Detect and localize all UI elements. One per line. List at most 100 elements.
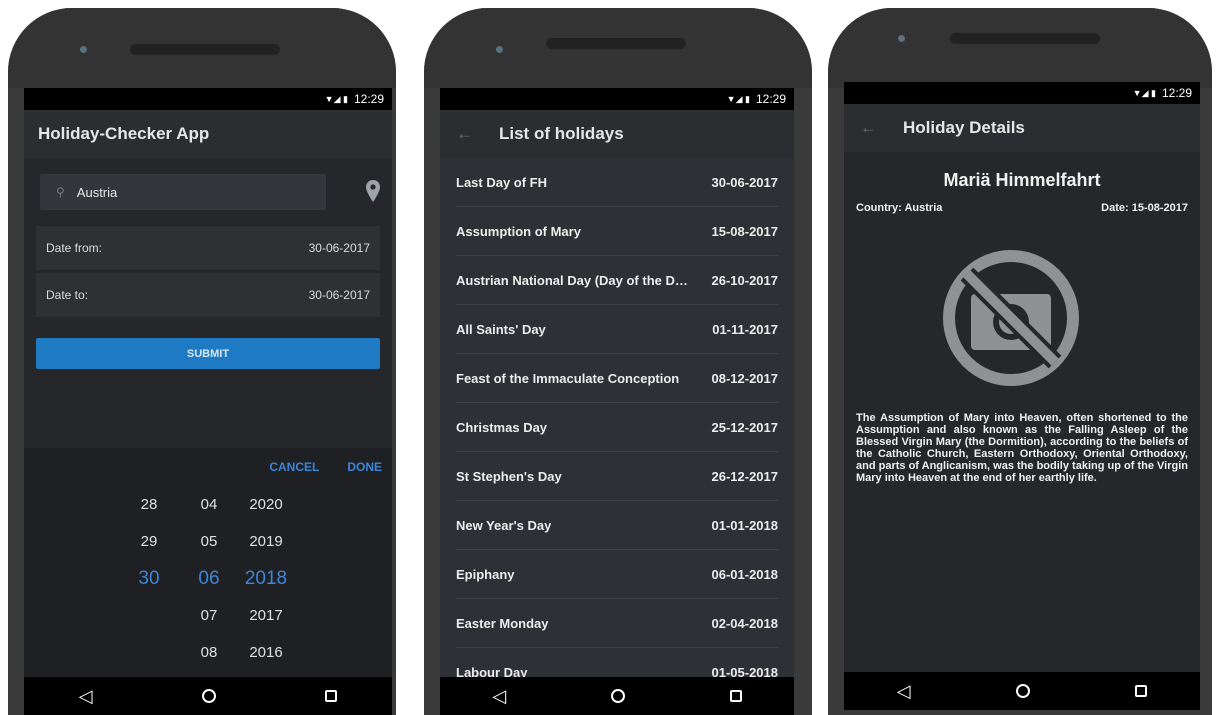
date-picker: CANCEL DONE 28 29 30 04 05 06 07 08 2020… <box>24 448 392 677</box>
phone-speaker <box>950 33 1100 44</box>
list-item[interactable]: All Saints' Day 01-11-2017 <box>456 305 778 354</box>
month-item-selected[interactable]: 06 <box>184 560 234 597</box>
front-camera <box>898 35 905 42</box>
list-item[interactable]: Austrian National Day (Day of the De... 2… <box>456 256 778 305</box>
holiday-date: 02-04-2018 <box>711 615 779 631</box>
year-item[interactable]: 2017 <box>236 597 296 634</box>
done-button[interactable]: DONE <box>347 460 382 474</box>
holiday-description: The Assumption of Mary into Heaven, ofte… <box>856 412 1188 484</box>
holiday-date: 01-05-2018 <box>711 664 779 678</box>
day-item[interactable] <box>124 634 174 671</box>
holiday-date: 15-08-2017 <box>711 223 779 239</box>
month-column[interactable]: 04 05 06 07 08 <box>184 486 234 671</box>
date-from-label: Date from: <box>46 241 103 255</box>
list-item[interactable]: Feast of the Immaculate Conception 08-12-… <box>456 354 778 403</box>
holiday-name: New Year's Day <box>456 517 552 533</box>
date-from-value: 30-06-2017 <box>308 241 370 255</box>
holiday-date: 30-06-2017 <box>711 174 779 190</box>
day-item-selected[interactable]: 30 <box>124 560 174 597</box>
submit-button[interactable]: SUBMIT <box>36 338 380 369</box>
recents-nav-icon[interactable] <box>325 690 338 702</box>
holiday-date: 26-10-2017 <box>711 272 779 288</box>
back-nav-icon[interactable]: ◁ <box>897 681 911 702</box>
year-item[interactable]: 2019 <box>236 523 296 560</box>
holiday-date: 08-12-2017 <box>711 370 779 386</box>
picker-actions: CANCEL DONE <box>269 460 382 474</box>
phone-top-bezel <box>828 8 1212 88</box>
signal-icon: ▼◢ ▮ <box>1132 87 1156 98</box>
holiday-date: 25-12-2017 <box>711 419 779 435</box>
back-nav-icon[interactable]: ◁ <box>492 686 506 707</box>
holiday-name: Assumption of Mary <box>456 223 581 239</box>
app-bar: ← List of holidays <box>440 110 794 158</box>
nav-bar: ◁ <box>844 672 1200 710</box>
phone-speaker <box>130 44 280 55</box>
status-bar: ▼◢ ▮ 12:29 <box>844 82 1200 104</box>
holiday-name: Epiphany <box>456 566 515 582</box>
holiday-date: 01-11-2017 <box>712 321 778 337</box>
holiday-name: St Stephen's Day <box>456 468 562 484</box>
cancel-button[interactable]: CANCEL <box>269 460 319 474</box>
year-item-selected[interactable]: 2018 <box>236 560 296 597</box>
status-time: 12:29 <box>353 92 384 106</box>
location-pin-icon[interactable] <box>366 180 380 202</box>
holiday-name: Labour Day <box>456 664 528 678</box>
status-time: 12:29 <box>755 92 786 106</box>
holiday-date: 26-12-2017 <box>711 468 779 484</box>
date-to-row[interactable]: Date to: 30-06-2017 <box>36 273 380 317</box>
list-title: List of holidays <box>499 124 624 143</box>
details-screen: ▼◢ ▮ 12:29 ← Holiday Details Mariä Himme… <box>844 82 1200 710</box>
month-item[interactable]: 04 <box>184 486 234 523</box>
list-item[interactable]: Assumption of Mary 15-08-2017 <box>456 207 778 256</box>
no-image-icon <box>943 250 1079 386</box>
year-column[interactable]: 2020 2019 2018 2017 2016 <box>236 486 296 671</box>
year-item[interactable]: 2016 <box>236 634 296 671</box>
home-nav-icon[interactable] <box>610 689 625 703</box>
year-item[interactable]: 2020 <box>236 486 296 523</box>
list-item[interactable]: Epiphany 06-01-2018 <box>456 550 778 599</box>
country-search-input[interactable]: ⚲ Austria <box>40 174 326 210</box>
list-item[interactable]: Labour Day 01-05-2018 <box>456 648 779 678</box>
nav-bar: ◁ <box>440 677 794 715</box>
holiday-name: Feast of the Immaculate Conception <box>456 370 680 386</box>
list-item[interactable]: New Year's Day 01-01-2018 <box>456 501 778 550</box>
day-item[interactable]: 28 <box>124 486 174 523</box>
phone-speaker <box>546 38 686 49</box>
holiday-meta: Country: Austria Date: 15-08-2017 <box>856 202 1188 214</box>
search-icon: ⚲ <box>56 185 65 199</box>
holiday-name: Easter Monday <box>456 615 549 631</box>
phone-search: ▼◢ ▮ 12:29 Holiday-Checker App ⚲ Austria… <box>8 8 396 715</box>
back-arrow-icon[interactable]: ← <box>456 124 473 144</box>
home-nav-icon[interactable] <box>1015 684 1030 698</box>
status-bar: ▼◢ ▮ 12:29 <box>24 88 392 110</box>
list-item[interactable]: Christmas Day 25-12-2017 <box>456 403 778 452</box>
day-item[interactable]: 29 <box>124 523 174 560</box>
holiday-name: Last Day of FH <box>456 174 548 190</box>
list-item[interactable]: St Stephen's Day 26-12-2017 <box>456 452 778 501</box>
back-arrow-icon[interactable]: ← <box>860 118 877 138</box>
month-item[interactable]: 05 <box>184 523 234 560</box>
day-column[interactable]: 28 29 30 <box>124 486 174 671</box>
date-to-value: 30-06-2017 <box>308 288 370 302</box>
date-label: Date: 15-08-2017 <box>1101 202 1188 214</box>
list-screen: ▼◢ ▮ 12:29 ← List of holidays Last Day o… <box>440 88 794 715</box>
list-item[interactable]: Easter Monday 02-04-2018 <box>456 599 778 648</box>
date-from-row[interactable]: Date from: 30-06-2017 <box>36 226 380 270</box>
day-item[interactable] <box>124 597 174 634</box>
month-item[interactable]: 07 <box>184 597 234 634</box>
holiday-list: Last Day of FH 30-06-2017 Assumption of M… <box>440 158 794 677</box>
back-nav-icon[interactable]: ◁ <box>79 686 93 707</box>
holiday-name: Christmas Day <box>456 419 548 435</box>
holiday-name: Austrian National Day (Day of the De... <box>456 272 688 288</box>
app-title: Holiday-Checker App <box>38 124 210 143</box>
month-item[interactable]: 08 <box>184 634 234 671</box>
home-nav-icon[interactable] <box>201 689 216 703</box>
recents-nav-icon[interactable] <box>1135 685 1148 697</box>
recents-nav-icon[interactable] <box>729 690 742 702</box>
app-bar: Holiday-Checker App <box>24 110 392 158</box>
list-item[interactable]: Last Day of FH 30-06-2017 <box>456 158 778 207</box>
front-camera <box>80 46 87 53</box>
search-value: Austria <box>76 184 118 200</box>
phone-list: ▼◢ ▮ 12:29 ← List of holidays Last Day o… <box>424 8 812 715</box>
search-screen: ▼◢ ▮ 12:29 Holiday-Checker App ⚲ Austria… <box>24 88 392 715</box>
